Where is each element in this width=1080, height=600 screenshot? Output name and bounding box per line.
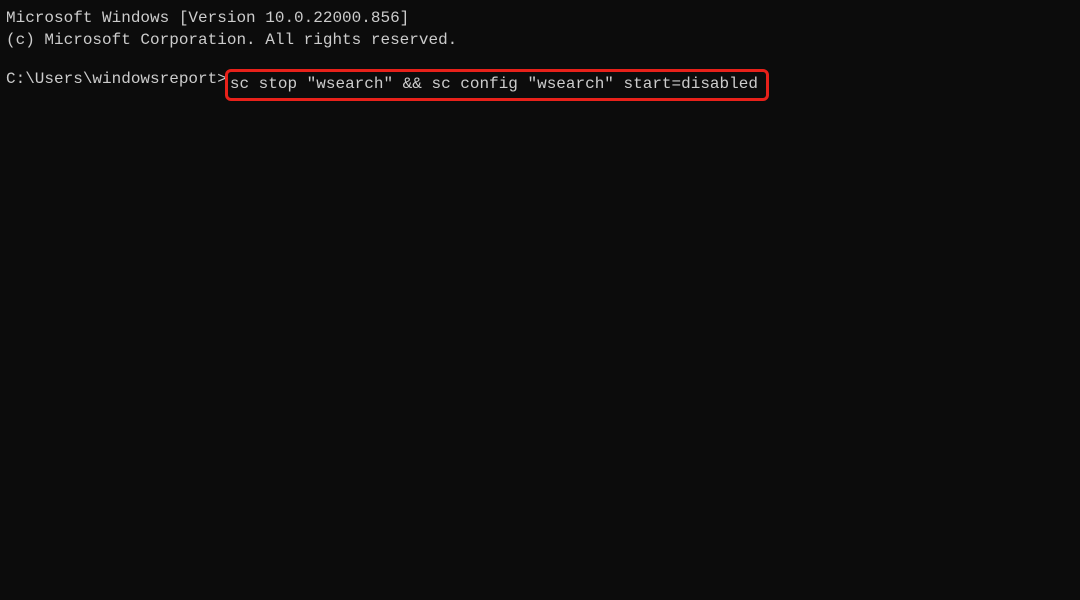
version-banner-line2: (c) Microsoft Corporation. All rights re… [6, 30, 1074, 52]
highlighted-command: sc stop "wsearch" && sc config "wsearch"… [225, 69, 769, 101]
version-banner-line1: Microsoft Windows [Version 10.0.22000.85… [6, 8, 1074, 30]
command-line[interactable]: C:\Users\windowsreport>sc stop "wsearch"… [6, 69, 1074, 101]
terminal-window[interactable]: Microsoft Windows [Version 10.0.22000.85… [6, 8, 1074, 101]
prompt-path: C:\Users\windowsreport> [6, 69, 227, 91]
